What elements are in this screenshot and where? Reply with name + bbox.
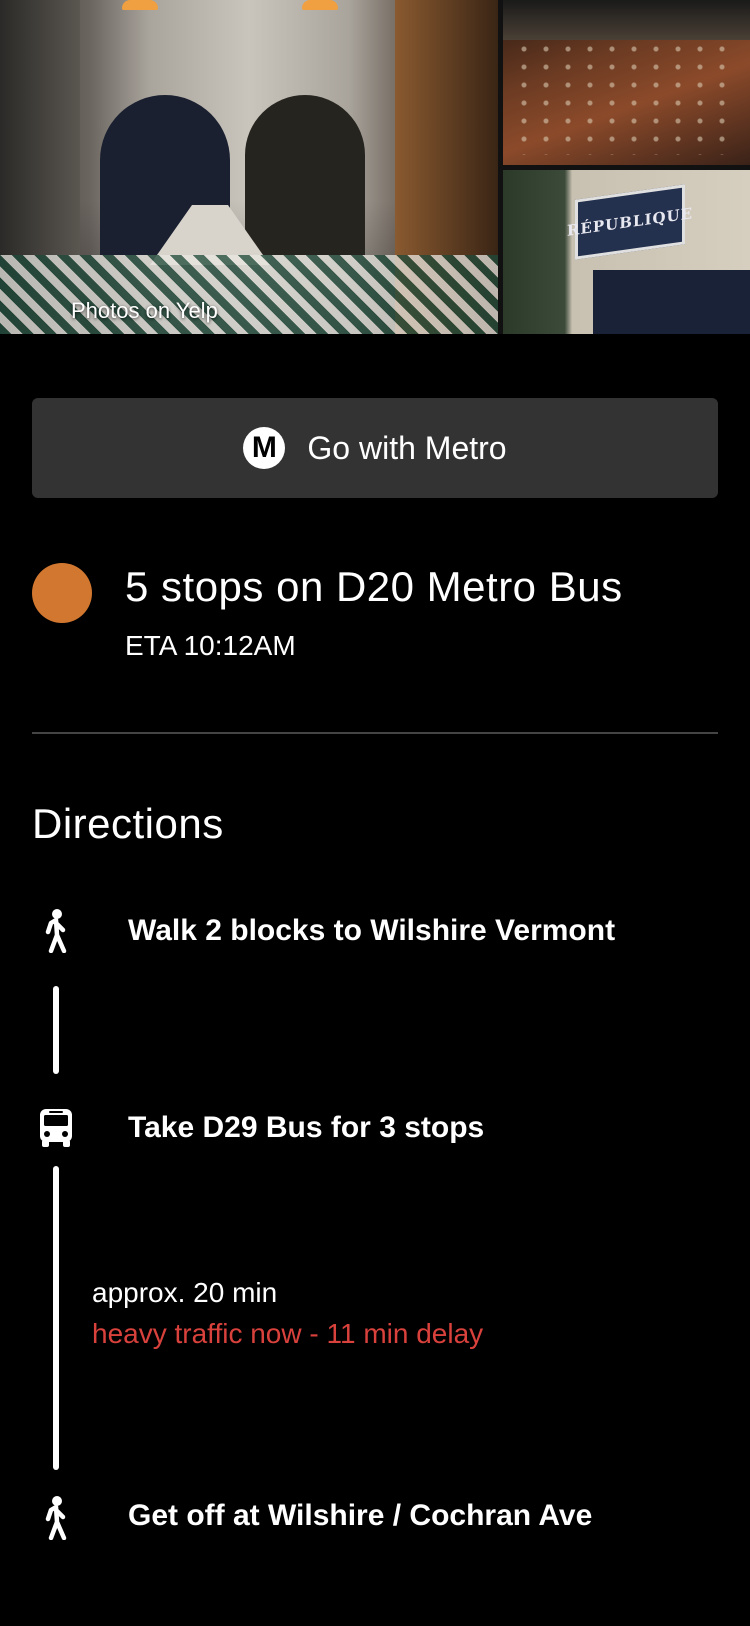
photos-on-yelp-label[interactable]: Photos on Yelp — [71, 298, 218, 324]
photo-gallery[interactable]: RÉPUBLIQUE Photos on Yelp — [0, 0, 750, 334]
direction-step-walk: Walk 2 blocks to Wilshire Vermont — [128, 914, 616, 947]
restaurant-interior-photo[interactable] — [0, 0, 498, 334]
direction-step-bus: Take D29 Bus for 3 stops — [128, 1111, 485, 1144]
segment-duration: approx. 20 min — [92, 1277, 278, 1308]
go-with-metro-button[interactable]: M Go with Metro — [32, 398, 718, 498]
route-color-dot — [32, 563, 92, 623]
bus-icon — [36, 1106, 76, 1150]
traffic-delay-warning: heavy traffic now - 11 min delay — [92, 1318, 484, 1349]
storefront-sign-photo[interactable]: RÉPUBLIQUE — [503, 170, 750, 334]
directions-heading: Directions — [32, 800, 224, 847]
metro-logo-icon: M — [243, 427, 286, 469]
route-line-bus — [53, 1166, 59, 1470]
walk-icon — [36, 1496, 76, 1540]
direction-step-get-off: Get off at Wilshire / Cochran Ave — [128, 1499, 593, 1532]
dining-room-photo[interactable] — [503, 0, 750, 165]
route-title: 5 stops on D20 Metro Bus — [125, 563, 623, 610]
route-eta: ETA 10:12AM — [125, 630, 296, 661]
divider — [32, 732, 718, 734]
go-with-metro-label: Go with Metro — [307, 429, 507, 466]
republique-sign: RÉPUBLIQUE — [567, 184, 693, 260]
route-line-walk — [53, 986, 59, 1074]
walk-icon — [36, 909, 76, 953]
